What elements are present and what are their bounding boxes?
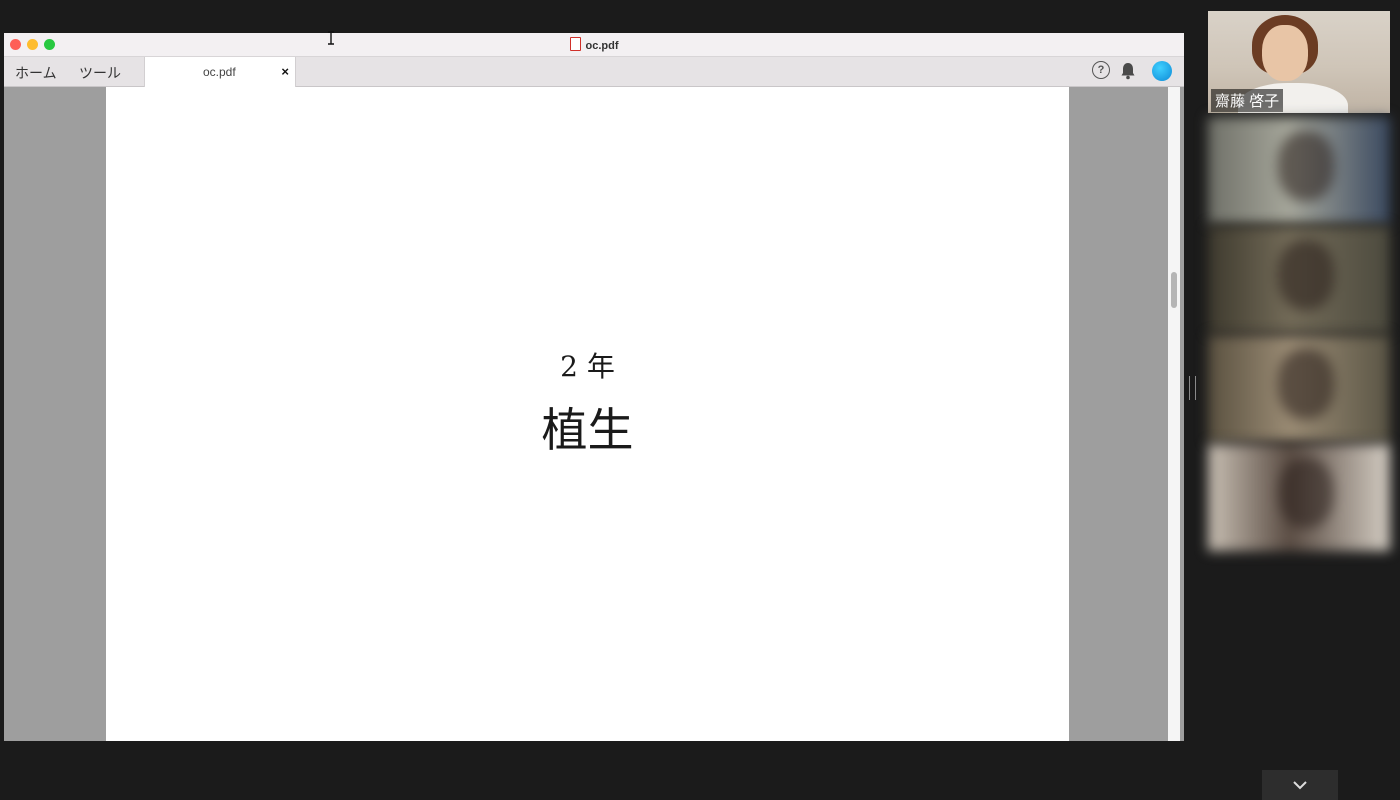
participant-video-tile[interactable]: [1208, 444, 1390, 551]
document-tab[interactable]: oc.pdf ×: [144, 57, 296, 87]
panel-resize-handle[interactable]: [1189, 376, 1196, 400]
speaker-video-tile[interactable]: 齋藤 啓子: [1208, 11, 1390, 113]
participant-video-tile[interactable]: [1208, 226, 1390, 333]
pdf-file-icon: [569, 37, 581, 51]
account-avatar-icon[interactable]: [1152, 61, 1172, 81]
text-cursor-icon: [327, 31, 335, 48]
vertical-scrollbar[interactable]: [1168, 87, 1180, 741]
expand-participants-button[interactable]: [1262, 770, 1338, 800]
pdf-viewer-window: oc.pdf ホーム ツール oc.pdf × ? 2 年 植生: [4, 33, 1184, 741]
tab-close-button[interactable]: ×: [281, 64, 289, 79]
window-title: oc.pdf: [4, 37, 1184, 52]
app-toolbar: ホーム ツール oc.pdf × ?: [4, 57, 1184, 87]
participant-video-tile[interactable]: [1208, 335, 1390, 442]
speaker-name-label: 齋藤 啓子: [1211, 89, 1284, 112]
page-subtitle: 2 年: [560, 350, 615, 383]
speaker-face: [1262, 25, 1308, 81]
tab-label: oc.pdf: [203, 65, 236, 79]
participant-video-tile[interactable]: [1208, 117, 1390, 224]
document-viewer[interactable]: 2 年 植生: [4, 87, 1184, 741]
chevron-down-icon: [1293, 781, 1307, 790]
window-title-text: oc.pdf: [585, 40, 619, 52]
nav-tools[interactable]: ツール: [79, 63, 121, 83]
title-bar: oc.pdf: [4, 33, 1184, 57]
scrollbar-thumb[interactable]: [1171, 272, 1177, 308]
bell-icon[interactable]: [1120, 62, 1136, 85]
pdf-page: 2 年 植生: [106, 87, 1069, 741]
nav-home[interactable]: ホーム: [15, 63, 57, 83]
help-icon[interactable]: ?: [1092, 61, 1110, 79]
page-title: 植生: [541, 403, 634, 457]
